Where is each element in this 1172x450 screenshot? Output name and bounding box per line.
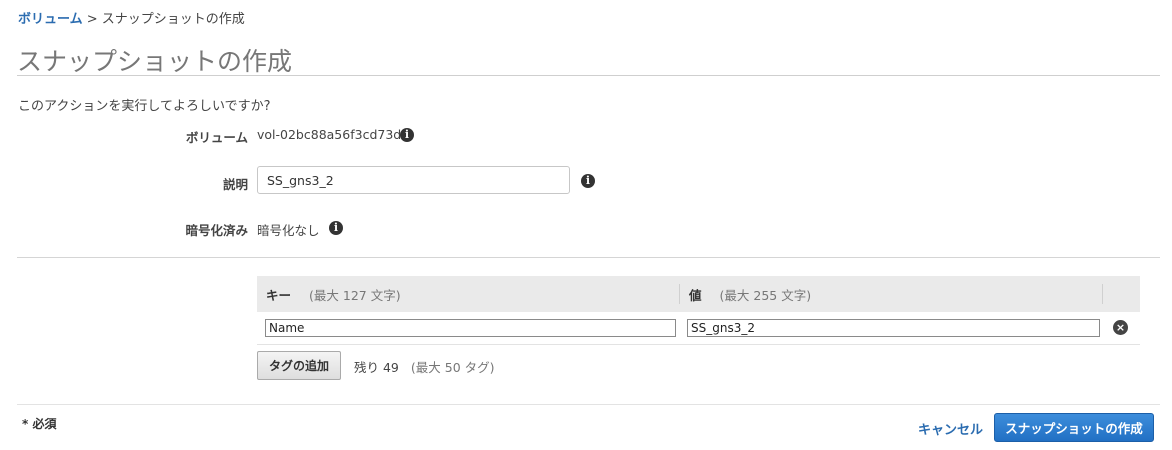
tag-value-header: 値 (最大 255 文字) <box>689 285 811 304</box>
volume-id: vol-02bc88a56f3cd73d6 <box>257 127 410 142</box>
title-divider <box>17 75 1160 76</box>
remove-circle-icon[interactable]: × <box>1113 320 1128 335</box>
breadcrumb-separator: > <box>82 12 102 27</box>
section-divider <box>17 257 1160 258</box>
tags-max-hint: (最大 50 タグ) <box>410 360 495 375</box>
description-label: 説明 <box>222 177 248 192</box>
confirm-text: このアクションを実行してよろしいですか? <box>18 99 271 114</box>
tag-value-header-hint: (最大 255 文字) <box>719 288 812 303</box>
tag-value-input[interactable] <box>687 319 1100 337</box>
encryption-value: 暗号化なし <box>257 223 320 238</box>
encryption-label: 暗号化済み <box>185 223 248 238</box>
add-tag-button[interactable]: タグの追加 <box>257 351 341 380</box>
info-icon[interactable]: i <box>581 174 595 188</box>
info-icon[interactable]: i <box>400 128 414 142</box>
column-divider <box>679 284 680 304</box>
create-snapshot-button[interactable]: スナップショットの作成 <box>994 413 1154 442</box>
tag-key-header-hint: (最大 127 文字) <box>309 288 401 303</box>
tags-row-divider <box>257 344 1140 345</box>
tag-key-input[interactable] <box>265 319 676 337</box>
volume-label: ボリューム <box>185 130 248 145</box>
tag-key-header: キー (最大 127 文字) <box>266 285 401 304</box>
breadcrumb-volumes-link[interactable]: ボリューム <box>18 12 83 27</box>
tags-remaining: 残り 49 (最大 50 タグ) <box>354 357 495 376</box>
info-icon[interactable]: i <box>329 221 343 235</box>
required-note: * 必須 <box>22 417 57 431</box>
tag-value-header-label: 値 <box>689 288 702 303</box>
column-divider <box>1102 284 1103 304</box>
tags-remaining-count: 残り 49 <box>354 360 399 375</box>
breadcrumb: ボリューム > スナップショットの作成 <box>18 8 245 27</box>
breadcrumb-current: スナップショットの作成 <box>101 12 245 27</box>
description-input[interactable] <box>257 166 570 194</box>
page-title: スナップショットの作成 <box>17 47 293 76</box>
footer-divider <box>17 404 1160 405</box>
cancel-button[interactable]: キャンセル <box>918 419 983 438</box>
tag-key-header-label: キー <box>266 288 292 303</box>
